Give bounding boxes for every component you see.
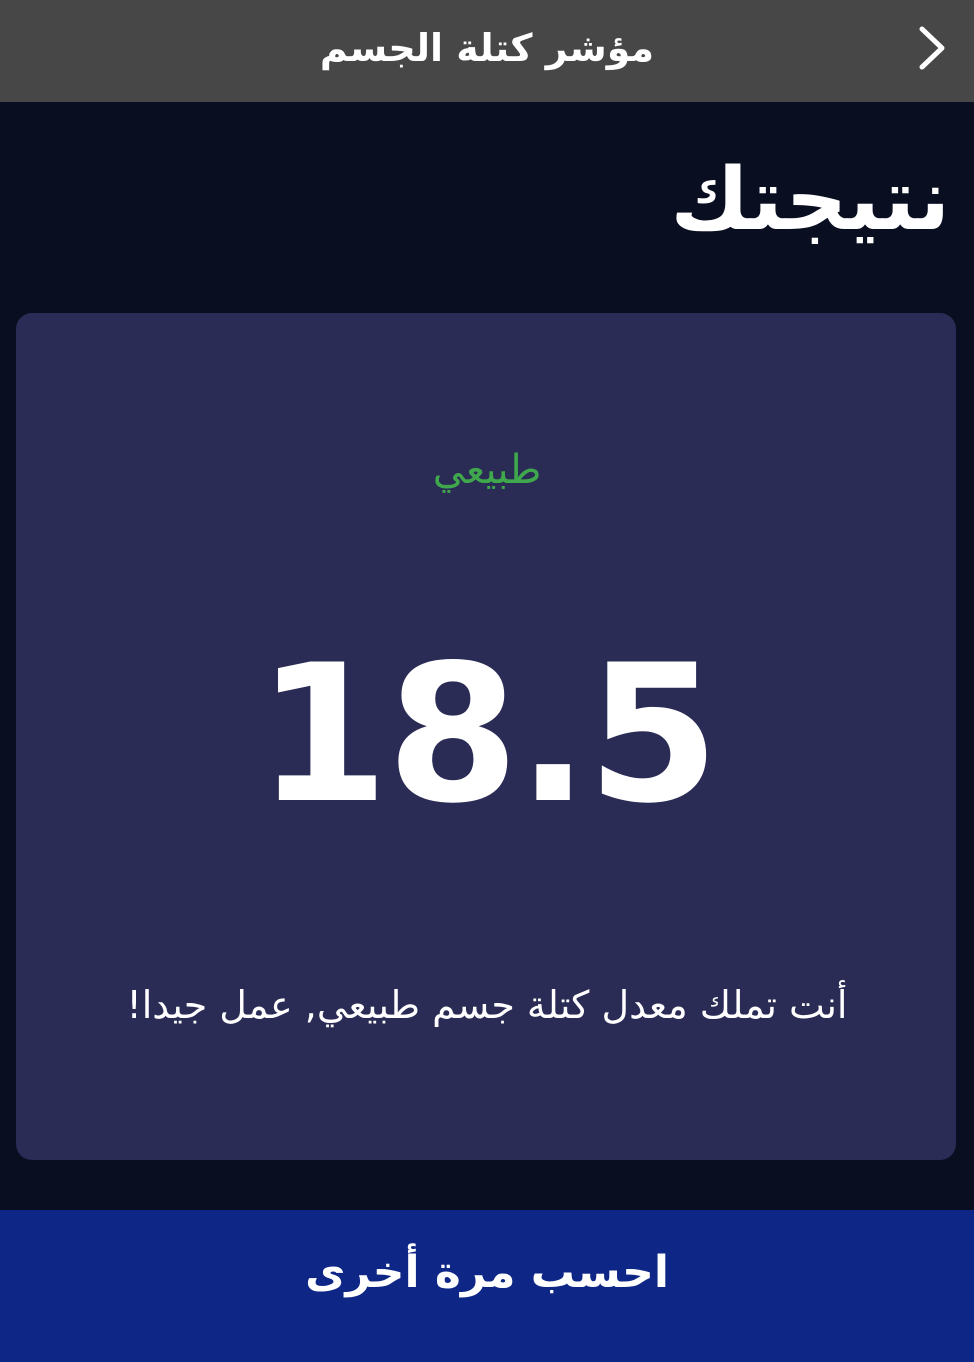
back-button[interactable] — [904, 22, 960, 74]
bmi-value: 18.5 — [256, 624, 720, 845]
result-message: أنت تملك معدل كتلة جسم طبيعي, عمل جيدا! — [126, 983, 848, 1027]
app-title: مؤشر كتلة الجسم — [319, 26, 655, 70]
recalculate-button[interactable]: احسب مرة أخرى — [0, 1210, 974, 1362]
chevron-right-icon — [918, 25, 946, 71]
app-bar: مؤشر كتلة الجسم — [0, 0, 974, 102]
bmi-status-label: طبيعي — [432, 447, 542, 493]
result-heading: نتيجتك — [670, 150, 950, 250]
